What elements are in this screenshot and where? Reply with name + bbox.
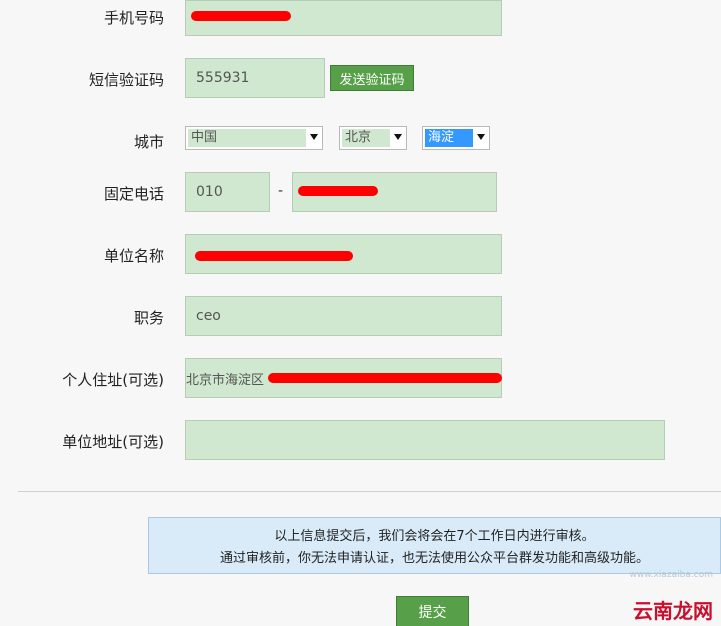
company-address-label: 单位地址(可选) <box>62 433 164 451</box>
landline-label: 固定电话 <box>103 185 164 203</box>
chevron-down-icon <box>310 134 318 140</box>
sms-code-value: 555931 <box>196 70 250 86</box>
landline-redaction <box>298 186 378 196</box>
chevron-down-icon <box>394 134 402 140</box>
district-value: 海淀 <box>425 129 473 147</box>
company-name-label: 单位名称 <box>103 247 164 265</box>
landline-separator: - <box>278 183 284 199</box>
divider <box>18 491 721 492</box>
send-code-button[interactable]: 发送验证码 <box>330 65 414 91</box>
notice-line-2: 通过审核前，你无法申请认证，也无法使用公众平台群发功能和高级功能。 <box>219 551 649 566</box>
review-notice: 以上信息提交后，我们会将会在7个工作日内进行审核。 通过审核前，你无法申请认证，… <box>148 517 721 574</box>
home-address-value: 北京市海淀区 <box>186 372 265 388</box>
company-address-input[interactable] <box>185 420 665 460</box>
province-value: 北京 <box>342 129 390 147</box>
home-address-label: 个人住址(可选) <box>62 371 164 389</box>
position-value: ceo <box>196 308 221 324</box>
country-value: 中国 <box>188 129 306 147</box>
chevron-down-icon <box>477 134 485 140</box>
city-label: 城市 <box>133 133 164 151</box>
province-select[interactable]: 北京 <box>339 126 407 150</box>
sms-code-input[interactable]: 555931 <box>185 58 325 98</box>
area-code-input[interactable]: 010 <box>185 172 270 212</box>
position-label: 职务 <box>133 309 164 327</box>
watermark-url: www.xiazaiba.com <box>629 570 713 580</box>
home-address-redaction <box>268 373 502 383</box>
phone-redaction <box>191 11 291 21</box>
notice-line-1: 以上信息提交后，我们会将会在7个工作日内进行审核。 <box>274 529 595 544</box>
watermark-logo: 云南龙网 <box>633 599 713 623</box>
phone-label: 手机号码 <box>103 9 164 27</box>
area-code-value: 010 <box>196 184 223 200</box>
country-select[interactable]: 中国 <box>185 126 323 150</box>
company-name-redaction <box>195 251 353 261</box>
district-select[interactable]: 海淀 <box>422 126 490 150</box>
position-input[interactable]: ceo <box>185 296 502 336</box>
submit-button[interactable]: 提交 <box>396 596 469 626</box>
sms-code-label: 短信验证码 <box>88 71 164 89</box>
